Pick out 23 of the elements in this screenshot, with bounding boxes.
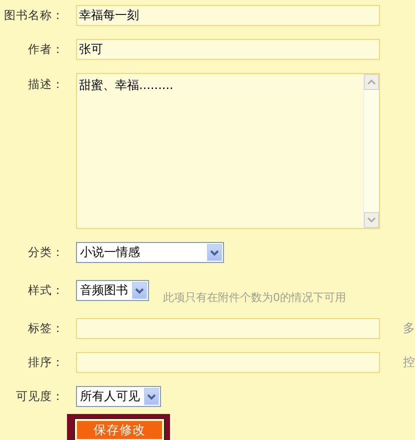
text-field[interactable] bbox=[76, 318, 380, 339]
field-label: 样式： bbox=[27, 283, 64, 298]
dropdown[interactable]: 小说一情感 bbox=[76, 242, 224, 263]
field-label: 作者： bbox=[27, 42, 64, 57]
description-field[interactable]: 甜蜜、幸福......... bbox=[76, 73, 380, 229]
field-label: 图书名称： bbox=[3, 8, 64, 23]
field-label: 可见度： bbox=[15, 389, 64, 404]
text-field[interactable] bbox=[76, 352, 380, 373]
side-note: 控 bbox=[403, 354, 415, 371]
field-label: 描述： bbox=[27, 76, 64, 92]
dropdown[interactable]: 所有人可见 bbox=[76, 386, 161, 407]
text-field[interactable]: 张可 bbox=[76, 39, 380, 60]
field-label: 分类： bbox=[27, 245, 64, 260]
scroll-down-button[interactable] bbox=[364, 212, 379, 228]
field-label: 标签： bbox=[27, 321, 64, 336]
hint-text: 此项只有在附件个数为0的情况下可用 bbox=[163, 290, 346, 305]
field-label: 排序： bbox=[27, 355, 64, 370]
dropdown[interactable]: 音频图书 bbox=[76, 280, 149, 301]
scroll-up-button[interactable] bbox=[364, 74, 379, 90]
chevron-down-icon bbox=[367, 217, 376, 223]
side-note: 多 bbox=[403, 320, 415, 337]
text-field[interactable]: 幸福每一刻 bbox=[76, 5, 380, 26]
chevron-up-icon bbox=[367, 79, 376, 85]
